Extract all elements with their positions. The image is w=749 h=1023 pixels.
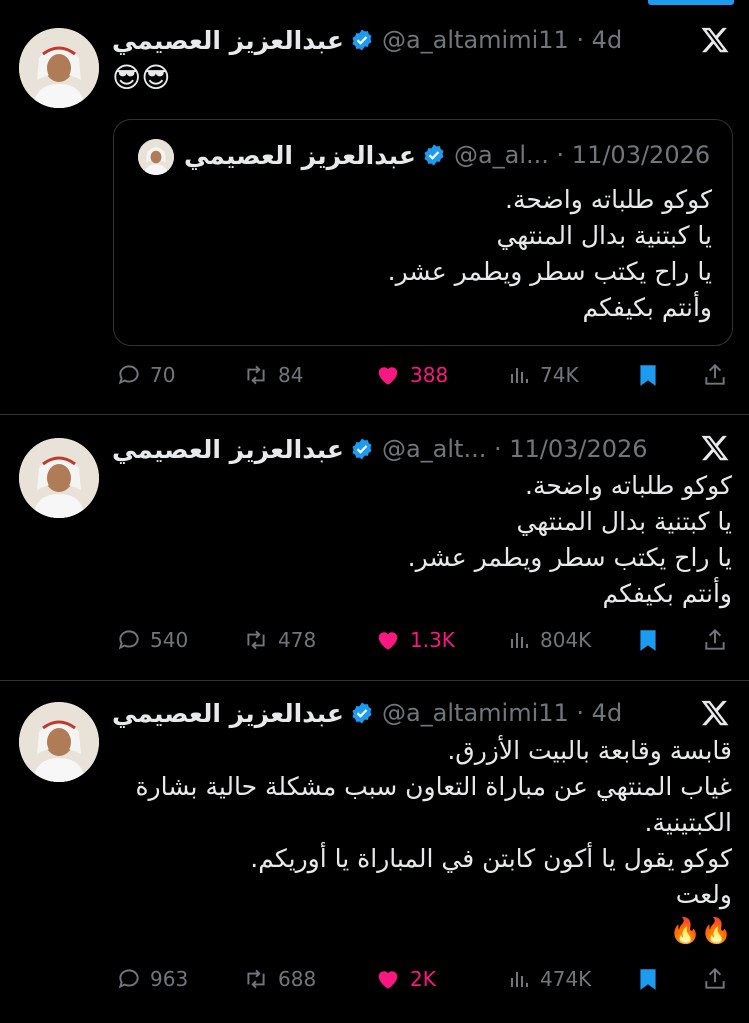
views-icon <box>511 368 528 383</box>
verified-badge-icon <box>350 28 374 52</box>
handle-and-time[interactable]: @a_altamimi11 · 4d <box>382 26 622 54</box>
like-button[interactable]: 1.3K <box>374 622 455 658</box>
views-button[interactable]: 474K <box>508 961 591 997</box>
avatar[interactable] <box>19 438 99 518</box>
bookmark-icon <box>640 969 656 990</box>
repost-count: 84 <box>278 363 304 387</box>
x-logo-icon[interactable] <box>700 698 730 728</box>
quoted-handle-and-time: @a_al... · 11/03/2026 <box>453 141 711 169</box>
views-count: 474K <box>540 967 592 991</box>
share-button[interactable] <box>702 964 730 994</box>
views-count: 804K <box>540 628 592 652</box>
repost-count: 478 <box>278 628 317 652</box>
share-button[interactable] <box>702 625 730 655</box>
x-logo-icon[interactable] <box>700 433 730 463</box>
bookmark-icon <box>640 630 656 651</box>
display-name[interactable]: عبدالعزيز العصيمي <box>112 435 344 464</box>
share-icon <box>705 363 725 385</box>
display-name[interactable]: عبدالعزيز العصيمي <box>112 699 344 728</box>
quoted-avatar <box>138 139 174 175</box>
share-icon <box>705 628 725 650</box>
reply-button[interactable]: 963 <box>116 961 188 997</box>
tweet-2[interactable]: عبدالعزيز العصيمي @a_alt... · 11/03/2026… <box>0 415 749 679</box>
x-logo-icon[interactable] <box>700 25 730 55</box>
views-icon <box>511 633 528 648</box>
avatar[interactable] <box>19 28 99 108</box>
like-count: 388 <box>410 363 449 387</box>
views-icon <box>511 972 528 987</box>
bookmark-button[interactable] <box>635 964 663 994</box>
action-bar: 963 688 2K 474K <box>112 961 732 997</box>
bookmark-button[interactable] <box>635 625 663 655</box>
display-name[interactable]: عبدالعزيز العصيمي <box>112 26 344 55</box>
repost-icon <box>247 969 265 989</box>
reply-button[interactable]: 540 <box>116 622 188 658</box>
avatar[interactable] <box>19 702 99 782</box>
tweet-text: قابسة وقابعة بالبيت الأزرق. غياب المنتهي… <box>135 736 732 945</box>
repost-button[interactable]: 84 <box>242 357 303 393</box>
like-count: 1.3K <box>410 628 455 652</box>
reply-count: 70 <box>150 363 176 387</box>
reply-icon <box>118 630 139 650</box>
heart-icon <box>378 632 398 650</box>
reply-icon <box>118 969 139 989</box>
quoted-header: عبدالعزيز العصيمي @a_al... · 11/03/2026 <box>184 137 710 173</box>
quoted-display-name: عبدالعزيز العصيمي <box>184 140 416 170</box>
tweet-text: كوكو طلباته واضحة. يا كبتنية بدال المنته… <box>407 471 732 608</box>
tweet-3[interactable]: عبدالعزيز العصيمي @a_altamimi11 · 4d قاب… <box>0 681 749 1023</box>
reply-count: 963 <box>150 967 189 991</box>
verified-badge-icon <box>350 437 374 461</box>
like-button[interactable]: 388 <box>374 357 448 393</box>
share-icon <box>705 967 725 989</box>
reply-button[interactable]: 70 <box>116 357 175 393</box>
tweet-1[interactable]: عبدالعزيز العصيمي @a_altamimi11 · 4d 😎😎 … <box>0 0 749 414</box>
share-button[interactable] <box>702 360 730 390</box>
views-button[interactable]: 74K <box>508 357 579 393</box>
like-button[interactable]: 2K <box>374 961 436 997</box>
handle-and-time[interactable]: @a_alt... · 11/03/2026 <box>382 435 648 463</box>
heart-icon <box>378 971 398 989</box>
reply-icon <box>118 365 139 385</box>
verified-badge-icon <box>350 701 374 725</box>
quoted-tweet[interactable]: عبدالعزيز العصيمي @a_al... · 11/03/2026 … <box>113 119 733 346</box>
tweet-header: عبدالعزيز العصيمي @a_alt... · 11/03/2026 <box>112 431 648 467</box>
quoted-text: كوكو طلباته واضحة. يا كبتنية بدال المنته… <box>387 185 712 322</box>
heart-icon <box>378 367 398 385</box>
bookmark-icon <box>640 365 656 386</box>
views-button[interactable]: 804K <box>508 622 591 658</box>
tweet-header: عبدالعزيز العصيمي @a_altamimi11 · 4d <box>112 695 622 731</box>
tweet-header: عبدالعزيز العصيمي @a_altamimi11 · 4d <box>112 22 622 58</box>
repost-icon <box>247 630 265 650</box>
repost-button[interactable]: 478 <box>242 622 316 658</box>
action-bar: 70 84 388 74K <box>112 357 732 393</box>
repost-button[interactable]: 688 <box>242 961 316 997</box>
repost-icon <box>247 365 265 385</box>
views-count: 74K <box>540 363 579 387</box>
tweet-text: 😎😎 <box>112 61 171 94</box>
repost-count: 688 <box>278 967 317 991</box>
reply-count: 540 <box>150 628 189 652</box>
handle-and-time[interactable]: @a_altamimi11 · 4d <box>382 699 622 727</box>
like-count: 2K <box>410 967 436 991</box>
verified-badge-icon <box>422 143 446 167</box>
action-bar: 540 478 1.3K 804K <box>112 622 732 658</box>
bookmark-button[interactable] <box>635 360 663 390</box>
